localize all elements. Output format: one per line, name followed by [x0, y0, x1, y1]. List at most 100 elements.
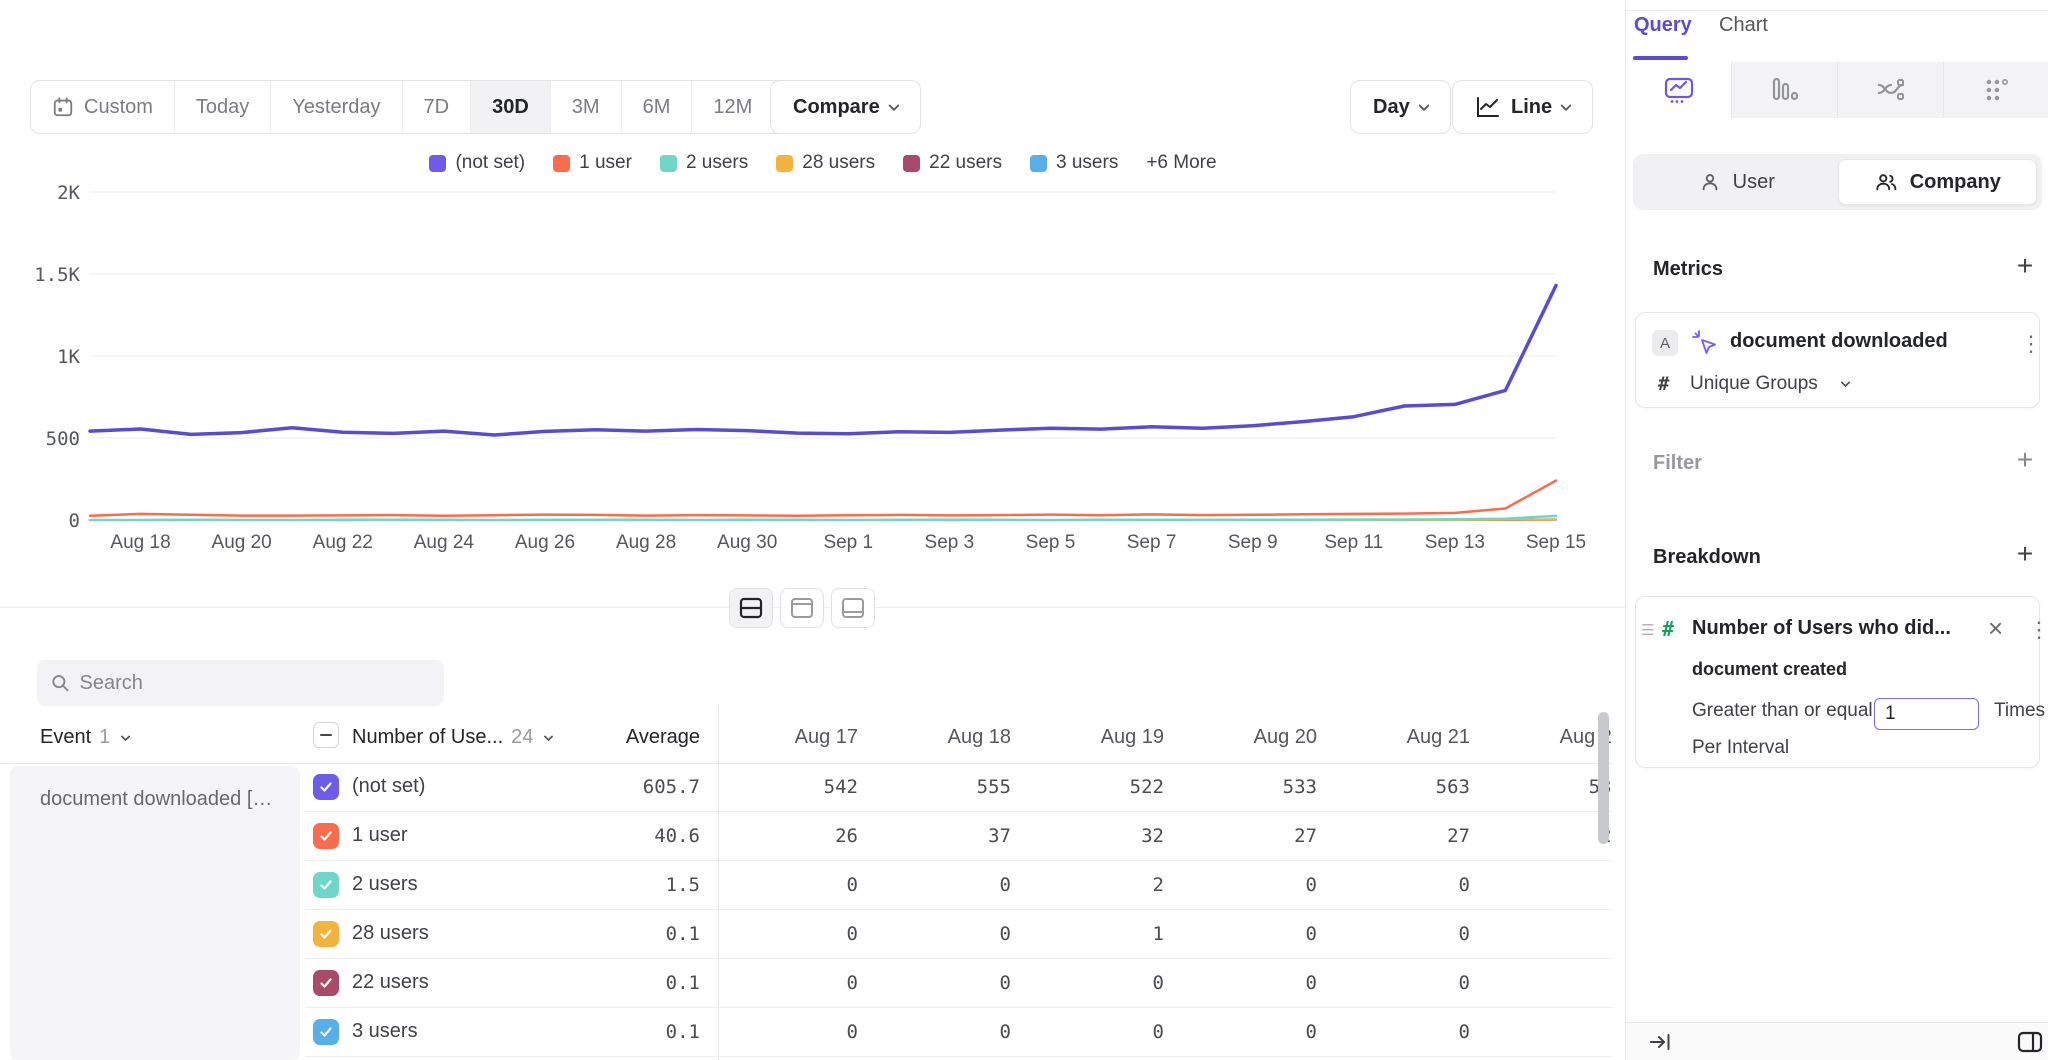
line-chart: 05001K1.5K2KAug 18Aug 20Aug 22Aug 24Aug …	[0, 0, 1625, 560]
series-label: 1 user	[352, 824, 408, 847]
series-label: 28 users	[352, 922, 429, 945]
metric-menu-button[interactable]: ⋮	[2020, 333, 2042, 355]
table-row: 2 users1.5002000	[0, 861, 1612, 910]
cell-value: 0	[1470, 1021, 1612, 1043]
cell-value: 26	[705, 825, 858, 847]
add-metric-button[interactable]: +	[2010, 250, 2040, 282]
scope-toggle: User Company	[1633, 154, 2042, 210]
table-row: 28 users0.1001000	[0, 910, 1612, 959]
date-column-header: Aug 18	[858, 726, 1011, 749]
query-panel: Query Chart	[1625, 0, 2048, 1060]
chart-type-line-tab[interactable]	[1626, 62, 1731, 118]
cell-value: 535	[1470, 776, 1612, 798]
cell-value: 0	[1164, 874, 1317, 896]
svg-text:Aug 24: Aug 24	[414, 532, 475, 553]
measure-dropdown[interactable]: Unique Groups	[1690, 373, 1818, 395]
chart-type-bar-tab[interactable]	[1731, 62, 1837, 118]
panel-footer	[1626, 1022, 2048, 1060]
cell-value: 555	[858, 776, 1011, 798]
svg-text:500: 500	[46, 428, 80, 450]
metric-card[interactable]: A document downloaded ⋮ # Unique Groups	[1635, 312, 2040, 408]
svg-text:Aug 22: Aug 22	[313, 532, 373, 553]
cell-value: 0	[858, 874, 1011, 896]
series-line-1-user	[90, 481, 1556, 516]
group-column-header[interactable]: Number of Use...24	[352, 726, 552, 749]
series-checkbox[interactable]	[313, 872, 339, 898]
remove-breakdown-button[interactable]: ×	[1988, 615, 2003, 641]
breakdown-menu-button[interactable]: ⋮	[2028, 619, 2048, 641]
chart-type-flow-tab[interactable]	[1837, 62, 1943, 118]
search-icon	[51, 673, 70, 693]
cell-value: 522	[1011, 776, 1164, 798]
series-checkbox[interactable]	[313, 970, 339, 996]
series-checkbox[interactable]	[313, 774, 339, 800]
layout-toggle-group	[729, 588, 875, 628]
table-row: 3 users0.1000000	[0, 1008, 1612, 1057]
series-label: (not set)	[352, 775, 425, 798]
scope-company[interactable]: Company	[1838, 159, 2038, 205]
svg-text:2K: 2K	[57, 182, 80, 204]
layout-chart-only-button[interactable]	[780, 588, 824, 628]
svg-text:0: 0	[69, 510, 80, 532]
svg-text:Sep 1: Sep 1	[823, 532, 873, 553]
svg-text:Aug 30: Aug 30	[717, 532, 777, 553]
active-tab-underline	[1633, 56, 1688, 60]
company-icon	[1874, 171, 1898, 193]
svg-text:Aug 18: Aug 18	[110, 532, 170, 553]
cell-value: 0	[1470, 923, 1612, 945]
series-checkbox[interactable]	[313, 921, 339, 947]
average-column-header: Average	[550, 726, 700, 749]
breakdown-heading: Breakdown	[1653, 546, 1761, 569]
panel-top-border	[1626, 10, 2048, 11]
cell-value: 0	[1317, 874, 1470, 896]
cell-value: 0	[1317, 972, 1470, 994]
cell-value: 0	[705, 874, 858, 896]
collapse-panel-icon[interactable]	[1649, 1032, 1673, 1052]
table-scrollbar[interactable]	[1598, 712, 1609, 844]
average-value: 0.1	[550, 972, 700, 994]
cell-value: 0	[1164, 923, 1317, 945]
scope-user[interactable]: User	[1638, 159, 1836, 205]
cell-value: 0	[1164, 972, 1317, 994]
measure-hash-icon: #	[1658, 373, 1669, 395]
breakdown-condition-label: Greater than or equal to	[1692, 700, 1894, 722]
svg-text:Aug 26: Aug 26	[515, 532, 575, 553]
select-all-checkbox[interactable]	[313, 722, 339, 748]
metric-event-name: document downloaded	[1730, 330, 1948, 353]
add-breakdown-button[interactable]: +	[2010, 538, 2040, 570]
cell-value: 0	[858, 923, 1011, 945]
layout-table-only-button[interactable]	[831, 588, 875, 628]
breakdown-card[interactable]: ☰ # Number of Users who did... × ⋮ docum…	[1635, 596, 2040, 768]
svg-text:Sep 9: Sep 9	[1228, 532, 1278, 553]
chart-type-grid-tab[interactable]	[1943, 62, 2048, 118]
cell-value: 0	[1470, 874, 1612, 896]
svg-text:Aug 28: Aug 28	[616, 532, 676, 553]
search-input[interactable]	[80, 672, 431, 695]
average-value: 0.1	[550, 923, 700, 945]
date-column-header: Aug 22	[1470, 726, 1612, 749]
layout-split-button[interactable]	[729, 588, 773, 628]
tab-query[interactable]: Query	[1634, 14, 1692, 37]
toggle-side-panel-icon[interactable]	[2017, 1031, 2043, 1053]
drag-handle-icon[interactable]: ☰	[1641, 621, 1654, 639]
average-value: 1.5	[550, 874, 700, 896]
user-icon	[1699, 171, 1721, 193]
svg-text:Sep 13: Sep 13	[1425, 532, 1485, 553]
series-checkbox[interactable]	[313, 823, 339, 849]
svg-text:1K: 1K	[57, 346, 80, 368]
add-filter-button[interactable]: +	[2010, 444, 2040, 476]
svg-text:Sep 11: Sep 11	[1324, 532, 1383, 553]
svg-text:Sep 3: Sep 3	[925, 532, 975, 553]
tab-chart[interactable]: Chart	[1719, 14, 1768, 37]
series-checkbox[interactable]	[313, 1019, 339, 1045]
cell-value: 0	[705, 923, 858, 945]
breakdown-hash-icon: #	[1662, 617, 1674, 641]
cell-value: 563	[1317, 776, 1470, 798]
metrics-heading: Metrics	[1653, 258, 1723, 281]
date-column-header: Aug 20	[1164, 726, 1317, 749]
breakdown-value-input[interactable]	[1874, 698, 1979, 730]
series-label: 2 users	[352, 873, 418, 896]
series-label: 22 users	[352, 971, 429, 994]
event-column-header[interactable]: Event1	[40, 726, 129, 749]
svg-text:Sep 15: Sep 15	[1526, 532, 1586, 553]
